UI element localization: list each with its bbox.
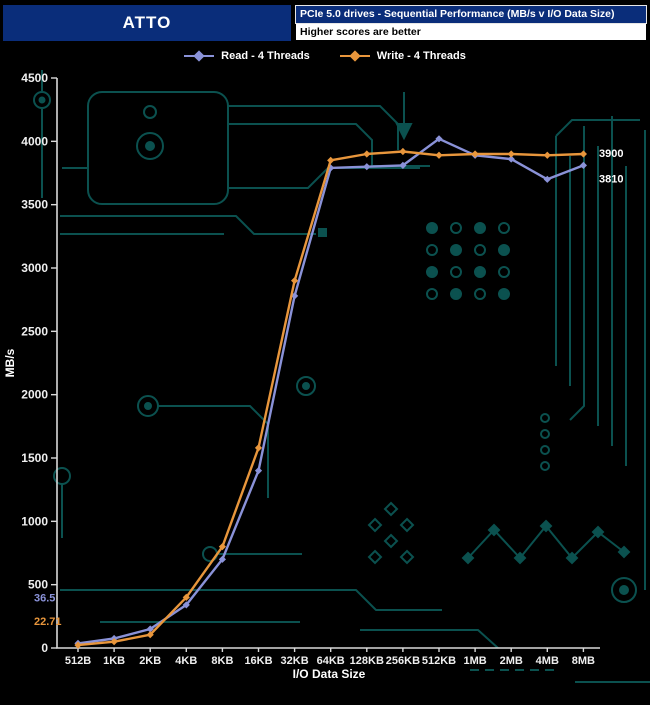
x-tick-label: 64KB — [317, 655, 345, 667]
series-line — [76, 137, 585, 645]
data-point-marker — [254, 467, 263, 475]
x-tick-label: 128KB — [350, 655, 384, 667]
x-axis-ticks: 512B 1KB 2KB 4KB 8KB 16KB 32KB 64KB 128KB 256KB 51… — [65, 648, 595, 667]
y-tick-label: 2000 — [21, 388, 48, 402]
chart-legend: Read - 4 Threads Write - 4 Threads — [0, 44, 650, 68]
write-line-marker-icon — [339, 50, 370, 62]
legend-label-write: Write - 4 Threads — [376, 50, 466, 62]
app-title: ATTO — [3, 5, 291, 41]
y-tick-label: 3500 — [21, 198, 48, 212]
x-tick-label: 8MB — [572, 655, 595, 667]
circuit-pattern-background — [33, 70, 650, 683]
read-end-value-label: 3810 — [599, 173, 623, 185]
chart-title: PCIe 5.0 drives - Sequential Performance… — [295, 5, 647, 24]
title-column: PCIe 5.0 drives - Sequential Performance… — [295, 5, 647, 41]
data-point-marker — [579, 150, 587, 158]
y-tick-label: 1000 — [21, 514, 48, 528]
performance-chart: 0 500 1000 1500 2000 2500 3000 3500 4000 4500 512B… — [3, 70, 650, 683]
x-axis-title: I/O Data Size — [293, 667, 366, 681]
read-line-marker-icon — [184, 50, 215, 62]
annotations: 36.5 22.71 3900 3810 — [34, 148, 623, 628]
x-tick-label: 16KB — [244, 655, 272, 667]
series-read — [74, 135, 587, 647]
chart-subtitle: Higher scores are better — [295, 23, 647, 41]
y-tick-label: 2500 — [21, 324, 48, 338]
legend-label-read: Read - 4 Threads — [221, 50, 310, 62]
benchmark-chart-page: ATTO PCIe 5.0 drives - Sequential Perfor… — [0, 0, 650, 705]
read-start-value-label: 36.5 — [34, 592, 55, 604]
y-tick-label: 500 — [28, 578, 48, 592]
x-tick-label: 2KB — [139, 655, 161, 667]
x-tick-label: 256KB — [386, 655, 420, 667]
legend-item-write: Write - 4 Threads — [339, 50, 466, 62]
x-tick-label: 4KB — [175, 655, 197, 667]
data-point-marker — [579, 161, 587, 169]
y-tick-label: 1500 — [21, 451, 48, 465]
y-axis-ticks: 0 500 1000 1500 2000 2500 3000 3500 4000 4500 — [21, 71, 57, 655]
y-tick-label: 0 — [41, 641, 48, 655]
x-tick-label: 512B — [65, 655, 91, 667]
data-point-marker — [507, 150, 515, 158]
x-tick-label: 4MB — [536, 655, 559, 667]
data-point-marker — [363, 163, 371, 171]
y-tick-label: 4000 — [21, 134, 48, 148]
data-point-marker — [254, 444, 263, 452]
x-tick-label: 8KB — [211, 655, 233, 667]
x-tick-label: 512KB — [422, 655, 456, 667]
write-start-value-label: 22.71 — [34, 616, 62, 628]
y-tick-label: 3000 — [21, 261, 48, 275]
data-point-marker — [435, 151, 443, 159]
x-tick-label: 32KB — [281, 655, 309, 667]
y-tick-label: 4500 — [21, 71, 48, 85]
data-point-marker — [363, 150, 371, 158]
y-axis-title: MB/s — [3, 348, 17, 377]
header: ATTO PCIe 5.0 drives - Sequential Perfor… — [3, 5, 647, 41]
data-point-marker — [543, 151, 551, 159]
data-point-marker — [399, 147, 407, 156]
write-end-value-label: 3900 — [599, 148, 623, 160]
x-tick-label: 2MB — [500, 655, 523, 667]
legend-item-read: Read - 4 Threads — [184, 50, 310, 62]
series-write — [74, 147, 587, 649]
x-tick-label: 1MB — [463, 655, 486, 667]
x-tick-label: 1KB — [103, 655, 125, 667]
data-point-marker — [327, 156, 335, 164]
